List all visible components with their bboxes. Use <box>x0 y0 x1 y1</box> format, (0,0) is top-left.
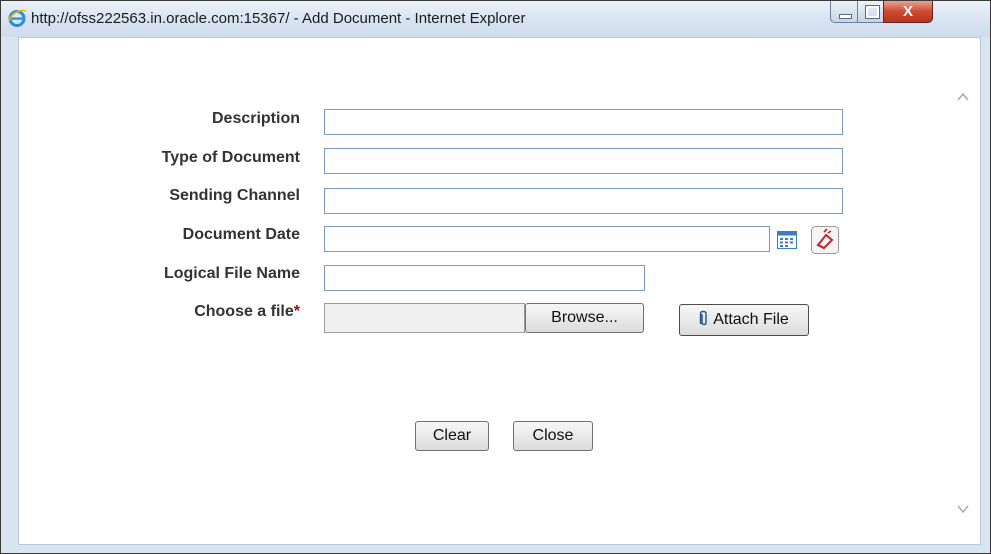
close-window-button[interactable]: X <box>883 1 933 23</box>
logical-file-name-input[interactable] <box>324 265 645 291</box>
document-date-input[interactable] <box>324 226 770 252</box>
calendar-icon[interactable] <box>777 231 797 249</box>
attach-file-label: Attach File <box>713 311 789 328</box>
internet-explorer-icon <box>8 9 27 27</box>
choose-file-label-text: Choose a file <box>194 303 294 320</box>
description-label: Description <box>211 110 300 127</box>
browse-button[interactable]: Browse... <box>525 303 644 333</box>
eraser-icon[interactable] <box>811 226 839 254</box>
paperclip-icon <box>700 310 707 326</box>
window-title: http://ofss222563.in.oracle.com:15367/ -… <box>31 10 526 27</box>
scroll-down-arrow[interactable] <box>956 502 970 516</box>
sending-channel-label: Sending Channel <box>169 187 300 204</box>
dialog-window: http://ofss222563.in.oracle.com:15367/ -… <box>0 0 991 554</box>
minimize-button[interactable] <box>830 1 858 23</box>
scroll-up-arrow[interactable] <box>956 90 970 104</box>
document-date-label: Document Date <box>182 226 300 243</box>
maximize-button[interactable] <box>857 1 884 23</box>
clear-button[interactable]: Clear <box>415 421 489 451</box>
dialog-content: Description Type of Document Sending Cha… <box>18 37 981 545</box>
type-of-document-label: Type of Document <box>161 149 300 166</box>
close-icon: X <box>902 3 913 20</box>
description-input[interactable] <box>324 109 843 135</box>
attach-file-button[interactable]: Attach File <box>679 304 809 336</box>
required-marker: * <box>293 303 300 320</box>
choose-file-label: Choose a file* <box>194 303 300 321</box>
type-of-document-input[interactable] <box>324 148 843 174</box>
logical-file-name-label: Logical File Name <box>163 265 300 282</box>
sending-channel-input[interactable] <box>324 188 843 214</box>
close-button[interactable]: Close <box>513 421 593 451</box>
title-bar[interactable]: http://ofss222563.in.oracle.com:15367/ -… <box>1 1 990 37</box>
chosen-file-path[interactable] <box>324 303 525 333</box>
